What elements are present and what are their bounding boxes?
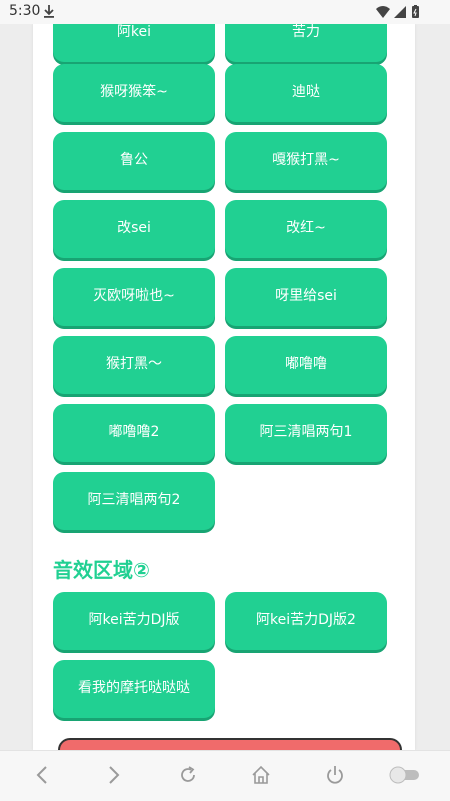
sound-button-gaihong[interactable]: 改红~: [225, 200, 387, 258]
status-bar: 5:30: [0, 0, 450, 24]
refresh-icon[interactable]: [178, 765, 198, 785]
sound-button-mieouyalaye[interactable]: 灭欧呀啦也~: [53, 268, 215, 326]
toggle-icon[interactable]: [389, 766, 421, 784]
download-icon: [44, 5, 54, 18]
section-title-2: 音效区域②: [53, 558, 150, 582]
sound-button-akei[interactable]: 阿kei: [53, 24, 215, 62]
sound-button-houdahei[interactable]: 猴打黑〜: [53, 336, 215, 394]
home-icon[interactable]: [251, 765, 271, 785]
sound-button-kuli[interactable]: 苦力: [225, 24, 387, 62]
signal-icon: [394, 6, 406, 18]
sound-button-asan2[interactable]: 阿三清唱两句2: [53, 472, 215, 530]
sound-button-dida[interactable]: 迪哒: [225, 64, 387, 122]
power-icon[interactable]: [325, 765, 345, 785]
battery-icon: [412, 5, 419, 18]
sound-button-akei-dj2[interactable]: 阿kei苦力DJ版2: [225, 592, 387, 650]
sound-button-houyahouben[interactable]: 猴呀猴笨~: [53, 64, 215, 122]
forward-icon[interactable]: [106, 765, 122, 785]
wifi-icon: [376, 6, 390, 18]
browser-nav-bar: [0, 750, 450, 801]
system-status-icons: [376, 5, 419, 18]
sound-button-akei-dj[interactable]: 阿kei苦力DJ版: [53, 592, 215, 650]
sound-button-asan1[interactable]: 阿三清唱两句1: [225, 404, 387, 462]
sound-button-dululu2[interactable]: 嘟噜噜2: [53, 404, 215, 462]
sound-button-gahoudahei[interactable]: 嘎猴打黑~: [225, 132, 387, 190]
back-icon[interactable]: [34, 765, 50, 785]
sound-button-yaligeisei[interactable]: 呀里给sei: [225, 268, 387, 326]
sound-button-motuo[interactable]: 看我的摩托哒哒哒: [53, 660, 215, 718]
status-time: 5:30: [9, 3, 41, 19]
sound-button-gaisei[interactable]: 改sei: [53, 200, 215, 258]
sound-button-lugong[interactable]: 鲁公: [53, 132, 215, 190]
soundboard-page: 阿kei 苦力 猴呀猴笨~ 迪哒 鲁公 嘎猴打黑~ 改sei 改红~ 灭欧呀啦也…: [33, 24, 415, 750]
stop-button[interactable]: [58, 738, 402, 750]
sound-button-dululu[interactable]: 嘟噜噜: [225, 336, 387, 394]
